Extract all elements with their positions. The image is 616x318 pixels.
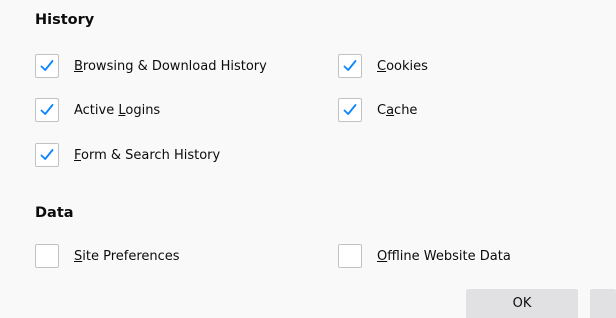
clear-data-dialog: History Browsing & Download History Cook… [0,0,616,318]
offline-website-data-label: Offline Website Data [377,249,511,264]
accesskey: O [377,248,388,264]
active-logins-checkbox[interactable] [35,98,59,122]
label-text: ogins [125,102,161,118]
label-text: che [394,102,418,118]
browsing-history-checkbox[interactable] [35,54,59,78]
accesskey: B [74,58,83,74]
offline-website-data-checkbox[interactable] [338,244,362,268]
cookies-checkbox[interactable] [338,54,362,78]
cancel-button[interactable] [590,289,616,318]
browsing-history-option[interactable]: Browsing & Download History [35,54,267,78]
site-preferences-checkbox[interactable] [35,244,59,268]
form-search-history-option[interactable]: Form & Search History [35,143,220,167]
label-text: rowsing & Download History [82,58,267,74]
cookies-option[interactable]: Cookies [338,54,428,78]
checkmark-icon [40,104,54,115]
accesskey: F [74,147,82,163]
cookies-label: Cookies [377,59,428,74]
active-logins-option[interactable]: Active Logins [35,98,160,122]
form-search-history-checkbox[interactable] [35,143,59,167]
ok-button[interactable]: OK [466,289,578,318]
cache-checkbox[interactable] [338,98,362,122]
accesskey: a [386,102,395,118]
browsing-history-label: Browsing & Download History [74,59,267,74]
checkmark-icon [343,104,357,115]
label-text: ite Preferences [82,248,180,264]
site-preferences-label: Site Preferences [74,249,180,264]
accesskey: C [377,58,387,74]
checkmark-icon [40,149,54,160]
form-search-history-label: Form & Search History [74,148,220,163]
label-text: ffline Website Data [387,248,511,264]
history-section-title: History [35,12,95,28]
cache-option[interactable]: Cache [338,98,417,122]
data-section-title: Data [35,205,74,221]
label-text: C [377,102,387,118]
checkmark-icon [343,60,357,71]
active-logins-label: Active Logins [74,103,160,118]
offline-website-data-option[interactable]: Offline Website Data [338,244,511,268]
cache-label: Cache [377,103,417,118]
label-text: ookies [386,58,428,74]
checkmark-icon [40,60,54,71]
label-text: Active [74,102,119,118]
label-text: orm & Search History [81,147,221,163]
site-preferences-option[interactable]: Site Preferences [35,244,180,268]
